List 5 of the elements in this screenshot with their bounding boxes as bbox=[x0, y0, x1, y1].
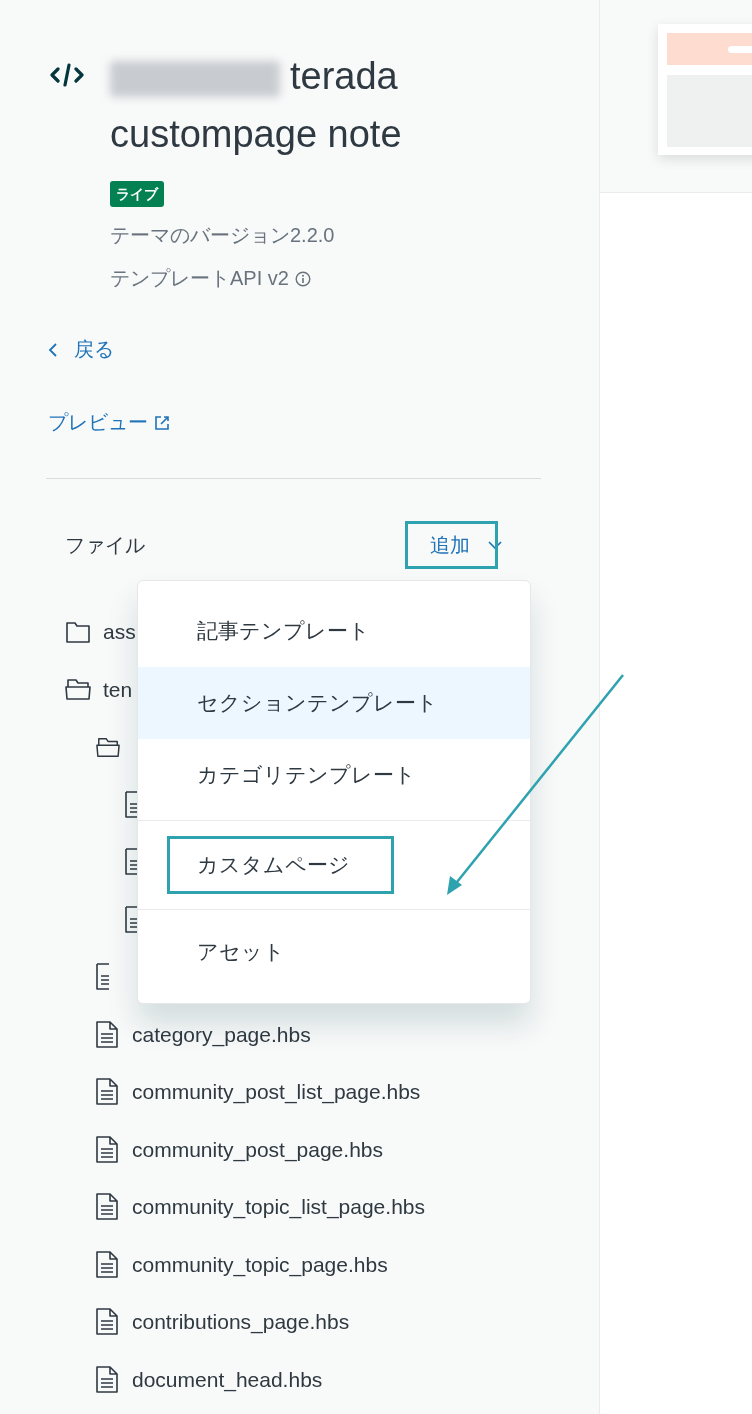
files-heading: ファイル bbox=[65, 533, 145, 558]
theme-title: terada custompage note bbox=[110, 54, 403, 157]
theme-version: テーマのバージョン2.2.0 bbox=[110, 223, 336, 248]
template-api-version: テンプレートAPI v2 bbox=[110, 266, 289, 291]
status-badge: ライブ bbox=[110, 181, 164, 207]
